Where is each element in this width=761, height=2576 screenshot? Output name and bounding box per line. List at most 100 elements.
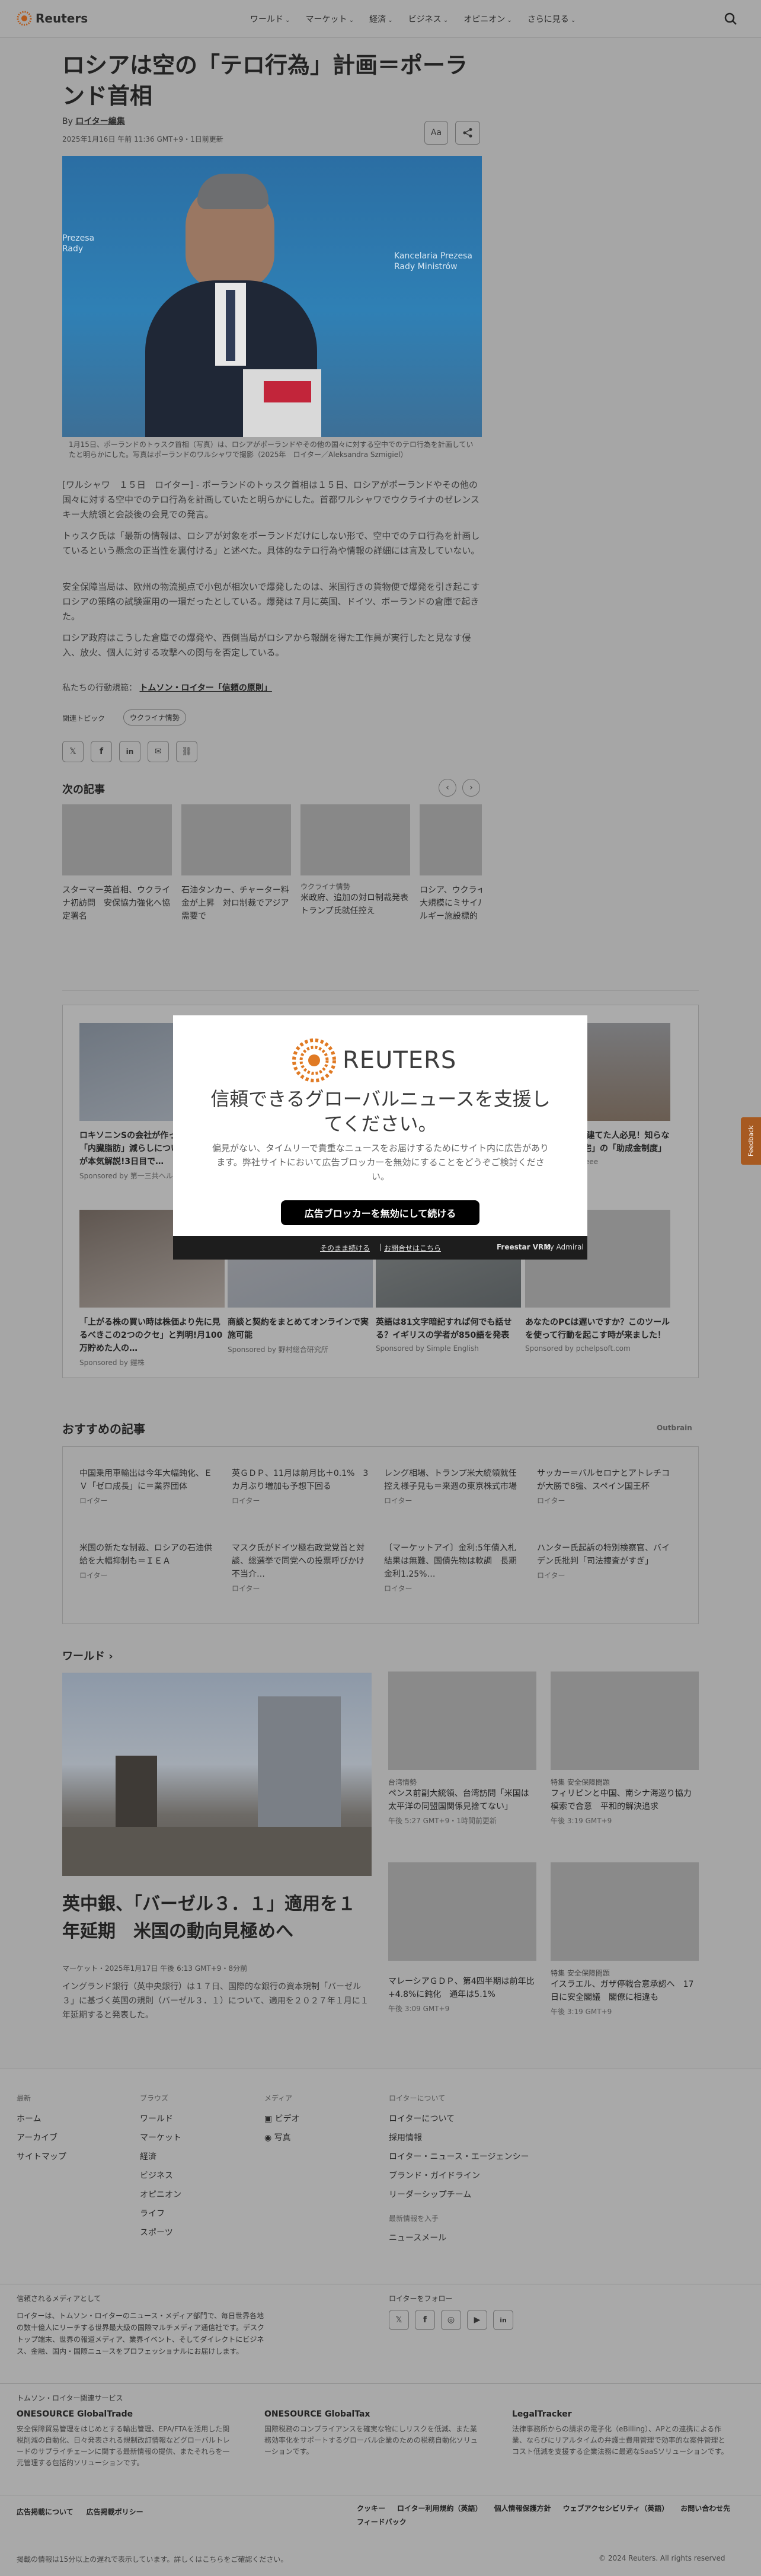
next-article-card[interactable]: 石油タンカー、チャーター料金が上昇 対ロ制裁でアジア需要で — [181, 804, 291, 923]
next-articles-carousel: スターマー英首相、ウクライナ初訪問 安保協力強化へ協定署名 石油タンカー、チャー… — [62, 804, 482, 929]
nav-opinion[interactable]: オピニオン — [463, 13, 512, 25]
rec-source: ロイター — [384, 1497, 413, 1505]
service-item[interactable]: LegalTracker 法律事務所からの請求の電子化（eBilling）、AP… — [512, 2409, 731, 2457]
footer-link[interactable]: ホーム — [17, 2112, 135, 2124]
footer-link[interactable]: ▣ ビデオ — [264, 2112, 383, 2124]
card-title: ペンス前副大統領、台湾訪問「米国は太平洋の同盟国関係見捨てない」 — [388, 1789, 529, 1811]
footer-link[interactable]: ワールド — [140, 2112, 258, 2124]
rec-title: 中国乗用車輸出は今年大幅鈍化、ＥＶ「ゼロ成長」に＝業界団体 — [79, 1469, 212, 1491]
article-paragraph: 安全保障当局は、欧州の物流拠点で小包が相次いで爆発したのは、米国行きの貨物便で爆… — [62, 581, 480, 622]
footer-link[interactable]: 採用情報 — [389, 2131, 567, 2143]
disable-adblock-button[interactable]: 広告ブロッカーを無効にして続ける — [281, 1200, 479, 1225]
nav-world[interactable]: ワールド — [250, 13, 290, 25]
footer-link[interactable]: サイトマップ — [17, 2150, 135, 2162]
share-button[interactable] — [455, 121, 480, 145]
recommended-item[interactable]: マスク氏がドイツ極右政党党首と対談、総選挙で同党への投票呼びかけ 不当介… ロイ… — [232, 1542, 373, 1593]
site-header: Reuters ワールド マーケット 経済 ビジネス オピニオン さらに見る — [0, 0, 761, 38]
footer-link[interactable]: ビジネス — [140, 2169, 258, 2181]
feedback-tab[interactable]: Feedback — [741, 1117, 761, 1165]
ad-policy-link[interactable]: 広告掲載ポリシー — [87, 2507, 143, 2517]
topic-chip[interactable]: ウクライナ情勢 — [123, 709, 186, 726]
footer-col-head: 最新 — [17, 2094, 31, 2102]
footer-link[interactable]: リーダーシップチーム — [389, 2188, 567, 2200]
cookie-link[interactable]: クッキー — [357, 2503, 385, 2513]
privacy-link[interactable]: 個人情報保護方針 — [494, 2503, 551, 2513]
footer-link[interactable]: ◉ 写真 — [264, 2131, 383, 2143]
footer-link[interactable]: ロイターについて — [389, 2112, 567, 2124]
world-main-image[interactable] — [62, 1673, 372, 1876]
recommended-item[interactable]: ハンター氏起訴の特別検察官、バイデン氏批判「司法捜査がすぎ」 ロイター — [537, 1542, 676, 1580]
follow-head: ロイターをフォロー — [389, 2294, 453, 2303]
card-image — [551, 1862, 699, 1961]
card-image — [300, 804, 410, 875]
service-item[interactable]: ONESOURCE GlobalTrade 安全保障貿易管理をはじめとする輸出管… — [17, 2409, 236, 2469]
instagram-follow-icon[interactable]: ◎ — [441, 2310, 461, 2330]
next-article-card[interactable]: ロシア、ウクライナ防衛網を大規模にミサイル攻撃 エネルギー施設標的 — [420, 804, 482, 923]
recommended-item[interactable]: レング相場、トランプ米大統領就任控え様子見も＝来週の東京株式市場 ロイター — [384, 1467, 523, 1506]
recommended-item[interactable]: 米国の新たな制裁、ロシアの石油供給を大幅抑制も＝ＩＥＡ ロイター — [79, 1542, 219, 1580]
outbrain-logo[interactable]: Outbrain — [657, 1424, 692, 1432]
feedback-link[interactable]: フィードバック — [357, 2517, 407, 2527]
admiral-brand: by Admiral — [545, 1243, 584, 1251]
linkedin-follow-icon[interactable]: in — [493, 2310, 513, 2330]
service-item[interactable]: ONESOURCE GlobalTax 国際税務のコンプライアンスを確実な物にし… — [264, 2409, 484, 2457]
nav-business[interactable]: ビジネス — [408, 13, 449, 25]
next-arrow-icon[interactable]: › — [462, 779, 480, 797]
link-share-icon[interactable]: ⛓ — [176, 741, 197, 762]
continue-link[interactable]: そのまま続ける — [320, 1243, 370, 1253]
recommended-item[interactable]: 英ＧＤＰ、11月は前月比＋0.1% 3カ月ぶり増加も予想下回る ロイター — [232, 1467, 371, 1506]
footer-link[interactable]: ライフ — [140, 2207, 258, 2219]
recommended-item[interactable]: 〔マーケットアイ〕金利:5年債入札結果は無難、国債先物は軟調 長期金利1.25%… — [384, 1542, 523, 1593]
footer-link[interactable]: ブランド・ガイドライン — [389, 2169, 567, 2181]
standards-link[interactable]: トムソン・ロイター「信頼の原則」 — [139, 683, 271, 693]
topics-label: 関連トピック — [62, 714, 105, 723]
footer-news-head: 最新情報を入手 — [389, 2214, 439, 2223]
font-size-button[interactable]: Aa — [424, 121, 448, 145]
linkedin-share-icon[interactable]: in — [119, 741, 140, 762]
x-share-icon[interactable]: 𝕏 — [62, 741, 84, 762]
footer-link[interactable]: オピニオン — [140, 2188, 258, 2200]
footer-link[interactable]: ロイター・ニュース・エージェンシー — [389, 2150, 567, 2162]
card-image — [388, 1862, 536, 1961]
footer-link[interactable]: スポーツ — [140, 2226, 258, 2238]
world-side-card[interactable]: 台湾情勢 ペンス前副大統領、台湾訪問「米国は太平洋の同盟国関係見捨てない」 午後… — [388, 1671, 536, 1826]
facebook-share-icon[interactable]: f — [91, 741, 112, 762]
terms-link[interactable]: ロイター利用規約（英語） — [397, 2503, 482, 2513]
footer-link[interactable]: ニュースメール — [389, 2232, 567, 2243]
nav-economy[interactable]: 経済 — [369, 13, 393, 25]
byline-author[interactable]: ロイター編集 — [75, 117, 124, 126]
article-hero-image: Kancelaria Prezesa Rady Ministrów Prezes… — [62, 156, 482, 437]
recommended-item[interactable]: 中国乗用車輸出は今年大幅鈍化、ＥＶ「ゼロ成長」に＝業界団体 ロイター — [79, 1467, 219, 1506]
next-article-card[interactable]: ウクライナ情勢 米政府、追加の対ロ制裁発表 トランプ氏就任控え — [300, 804, 417, 918]
email-share-icon[interactable]: ✉ — [148, 741, 169, 762]
ad-info-link[interactable]: 広告掲載について — [17, 2507, 73, 2517]
footer-link[interactable]: アーカイブ — [17, 2131, 135, 2143]
footer-col-head: ロイターについて — [389, 2094, 446, 2102]
search-icon[interactable] — [724, 12, 737, 25]
sponsored-title: 英語は81文字暗記すれば何でも話せる？イギリスの学者が850語を発表 — [376, 1318, 512, 1340]
modal-footer: そのまま続ける | お問合せはこちら Freestar VRM by Admir… — [173, 1236, 587, 1260]
rec-title: 英ＧＤＰ、11月は前月比＋0.1% 3カ月ぶり増加も予想下回る — [232, 1469, 369, 1491]
world-section-label[interactable]: ワールド › — [62, 1648, 113, 1663]
footer-link[interactable]: マーケット — [140, 2131, 258, 2143]
world-side-card[interactable]: マレーシアＧＤＰ、第4四半期は前年比+4.8%に鈍化 通年は5.1% 午後 3:… — [388, 1862, 536, 2014]
footer-link[interactable]: 経済 — [140, 2150, 258, 2162]
world-side-card[interactable]: 特集 安全保障問題 フィリピンと中国、南シナ海巡り協力模索で合意 平和的解決追求… — [551, 1671, 699, 1826]
article-paragraph: トゥスク氏は「最新の情報は、ロシアが対象をポーランドだけにしない形で、空中でのテ… — [62, 530, 480, 556]
x-follow-icon[interactable]: 𝕏 — [389, 2310, 409, 2330]
prev-arrow-icon[interactable]: ‹ — [439, 779, 456, 797]
contact-link[interactable]: お問合せはこちら — [384, 1243, 441, 1253]
service-name: ONESOURCE GlobalTax — [264, 2409, 370, 2419]
youtube-follow-icon[interactable]: ▶ — [467, 2310, 487, 2330]
reuters-logo[interactable]: Reuters — [17, 11, 88, 26]
world-side-card[interactable]: 特集 安全保障問題 イスラエル、ガザ停戦合意承認へ 17日に安全閣議 閣僚に相違… — [551, 1862, 699, 2016]
follow-icons: 𝕏 f ◎ ▶ in — [389, 2310, 513, 2330]
nav-more[interactable]: さらに見る — [527, 13, 576, 25]
next-article-card[interactable]: スターマー英首相、ウクライナ初訪問 安保協力強化へ協定署名 — [62, 804, 172, 923]
nav-markets[interactable]: マーケット — [306, 13, 354, 25]
facebook-follow-icon[interactable]: f — [415, 2310, 435, 2330]
recommended-item[interactable]: サッカー＝バルセロナとアトレチコが大勝で8強、スペイン国王杯 ロイター — [537, 1467, 676, 1506]
accessibility-link[interactable]: ウェブアクセシビリティ（英語） — [563, 2503, 669, 2513]
contact-link[interactable]: お問い合わせ先 — [680, 2503, 730, 2513]
world-main-title[interactable]: 英中銀、「バーゼル３．１」適用を１年延期 米国の動向見極めへ — [62, 1891, 372, 1945]
